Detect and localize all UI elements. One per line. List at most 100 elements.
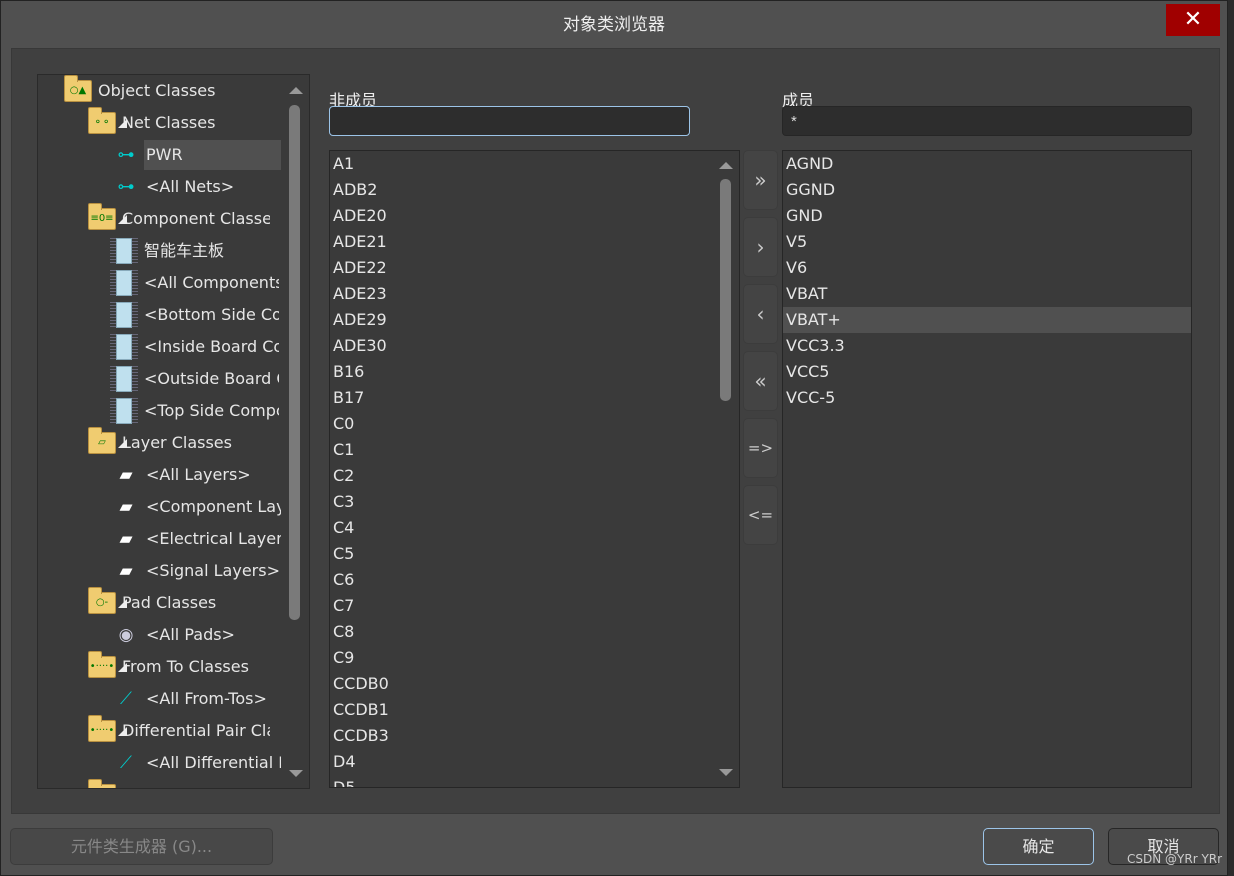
list-item[interactable]: AGND [783, 151, 1191, 177]
list-item[interactable]: GGND [783, 177, 1191, 203]
tree-scrollbar-thumb[interactable] [289, 105, 300, 620]
list-item[interactable]: ADB2 [330, 177, 715, 203]
tree-item-label: <Top Side Compc [144, 401, 279, 420]
tree-item[interactable]: Design Channel Cl [88, 779, 270, 788]
component-icon [110, 302, 138, 328]
tree-item[interactable]: ▱ Layer Classes [88, 427, 270, 459]
remove-all-button[interactable]: « [743, 351, 778, 411]
tree-item[interactable]: ▰ <Signal Layers> [110, 555, 281, 587]
list-item[interactable]: ADE30 [330, 333, 715, 359]
tree-item[interactable]: ⟋ <All From-Tos> [110, 683, 281, 715]
tree-item-label: <Signal Layers> [146, 561, 280, 580]
tree-item[interactable]: <All Components [110, 267, 279, 299]
list-item[interactable]: ADE21 [330, 229, 715, 255]
dialog-title: 对象类浏览器 [563, 15, 665, 35]
tree-item[interactable]: ⊶ PWR [110, 139, 281, 171]
add-matching-button[interactable]: => [743, 418, 778, 478]
tree-item[interactable]: •····• From To Classes [88, 651, 270, 683]
list-item[interactable]: B17 [330, 385, 715, 411]
list-item[interactable]: CCDB0 [330, 671, 715, 697]
list-item[interactable]: ADE29 [330, 307, 715, 333]
list-item[interactable]: V5 [783, 229, 1191, 255]
list-item[interactable]: C5 [330, 541, 715, 567]
ok-button[interactable]: 确定 [983, 828, 1094, 865]
tree-item[interactable]: ▰ <Electrical Layers: [110, 523, 281, 555]
scroll-down-icon[interactable] [289, 770, 303, 777]
component-icon [110, 334, 138, 360]
list-item[interactable]: C6 [330, 567, 715, 593]
tree-item[interactable]: ≡0≡ Component Classes [88, 203, 270, 235]
scroll-up-icon[interactable] [289, 87, 303, 94]
tree-item-label: Pad Classes [122, 593, 217, 612]
tree-item-label: <All Pads> [146, 625, 235, 644]
list-item[interactable]: D5 [330, 775, 715, 787]
list-item[interactable]: CCDB1 [330, 697, 715, 723]
list-item[interactable]: B16 [330, 359, 715, 385]
list-item[interactable]: C3 [330, 489, 715, 515]
remove-matching-button[interactable]: <= [743, 485, 778, 545]
close-button[interactable]: ✕ [1166, 4, 1220, 36]
list-item[interactable]: VCC-5 [783, 385, 1191, 411]
expand-toggle-icon[interactable] [118, 663, 127, 672]
expand-toggle-icon[interactable] [118, 727, 127, 736]
members-filter-input[interactable] [782, 106, 1192, 136]
expand-toggle-icon[interactable] [118, 439, 127, 448]
component-icon [110, 398, 138, 424]
members-list[interactable]: AGND GGND GND V5 V6 VBAT VBAT+ VCC3.3 VCC5 VCC-5 [782, 150, 1192, 788]
tree-item[interactable]: <Inside Board Cor [110, 331, 279, 363]
list-item[interactable]: C9 [330, 645, 715, 671]
tree-item[interactable]: ▰ <All Layers> [110, 459, 281, 491]
list-item[interactable]: VBAT+ [783, 307, 1191, 333]
tree-item[interactable]: ▰ <Component Laye [110, 491, 281, 523]
tree-item[interactable]: ⟋ <All Differential Pa [110, 747, 281, 779]
tree-item[interactable]: ⚬⚬ Net Classes [88, 107, 270, 139]
watermark: CSDN @YRr YRr [1127, 852, 1223, 866]
tree-item-label: <Inside Board Cor [144, 337, 279, 356]
tree-item[interactable]: <Top Side Compc [110, 395, 279, 427]
tree-item[interactable]: ◉ <All Pads> [110, 619, 281, 651]
tree-item-label: <Electrical Layers: [146, 529, 281, 548]
list-item[interactable]: C7 [330, 593, 715, 619]
tree-item[interactable]: 智能车主板 [110, 235, 279, 267]
list-item[interactable]: CCDB3 [330, 723, 715, 749]
list-item[interactable]: A1 [330, 151, 715, 177]
class-tree[interactable]: Design Channel Cl ⟋ <All Differential Pa •·… [37, 74, 310, 789]
list-item[interactable]: VCC3.3 [783, 333, 1191, 359]
remove-button[interactable]: ‹ [743, 284, 778, 344]
folder-layer-icon: ▱ [88, 427, 116, 454]
list-item[interactable]: VBAT [783, 281, 1191, 307]
expand-toggle-icon[interactable] [118, 119, 127, 128]
list-item[interactable]: V6 [783, 255, 1191, 281]
list-item[interactable]: C2 [330, 463, 715, 489]
expand-toggle-icon[interactable] [118, 599, 127, 608]
scroll-down-icon[interactable] [719, 769, 733, 776]
list-item[interactable]: ADE20 [330, 203, 715, 229]
add-button[interactable]: › [743, 217, 778, 277]
non-members-list[interactable]: A1 ADB2 ADE20 ADE21 ADE22 ADE23 ADE29 ADE30 B16 B… [329, 150, 740, 788]
tree-item[interactable]: <Outside Board C [110, 363, 279, 395]
net-icon: ⊶ [117, 177, 135, 197]
list-item[interactable]: C4 [330, 515, 715, 541]
list-scrollbar-thumb[interactable] [720, 179, 731, 401]
tree-item[interactable]: •····• Differential Pair Class [88, 715, 270, 747]
tree-item[interactable]: ⊶ <All Nets> [110, 171, 281, 203]
list-item[interactable]: GND [783, 203, 1191, 229]
scroll-up-icon[interactable] [719, 162, 733, 169]
folder-diffpair-icon: •····• [88, 715, 116, 742]
list-item[interactable]: ADE22 [330, 255, 715, 281]
component-class-generator-button[interactable]: 元件类生成器 (G)... [10, 828, 273, 865]
list-item[interactable]: C1 [330, 437, 715, 463]
list-item[interactable]: ADE23 [330, 281, 715, 307]
tree-item[interactable]: <Bottom Side Cor [110, 299, 279, 331]
non-members-filter-input[interactable] [329, 106, 690, 136]
list-item[interactable]: C8 [330, 619, 715, 645]
tree-item[interactable]: ○▲ Object Classes [64, 75, 246, 107]
list-item[interactable]: D4 [330, 749, 715, 775]
tree-item[interactable]: ○‐ Pad Classes [88, 587, 270, 619]
layer-icon: ▰ [119, 465, 133, 485]
expand-toggle-icon[interactable] [118, 215, 127, 224]
fromto-icon: ⟋ [120, 753, 132, 773]
list-item[interactable]: C0 [330, 411, 715, 437]
list-item[interactable]: VCC5 [783, 359, 1191, 385]
add-all-button[interactable]: » [743, 150, 778, 210]
